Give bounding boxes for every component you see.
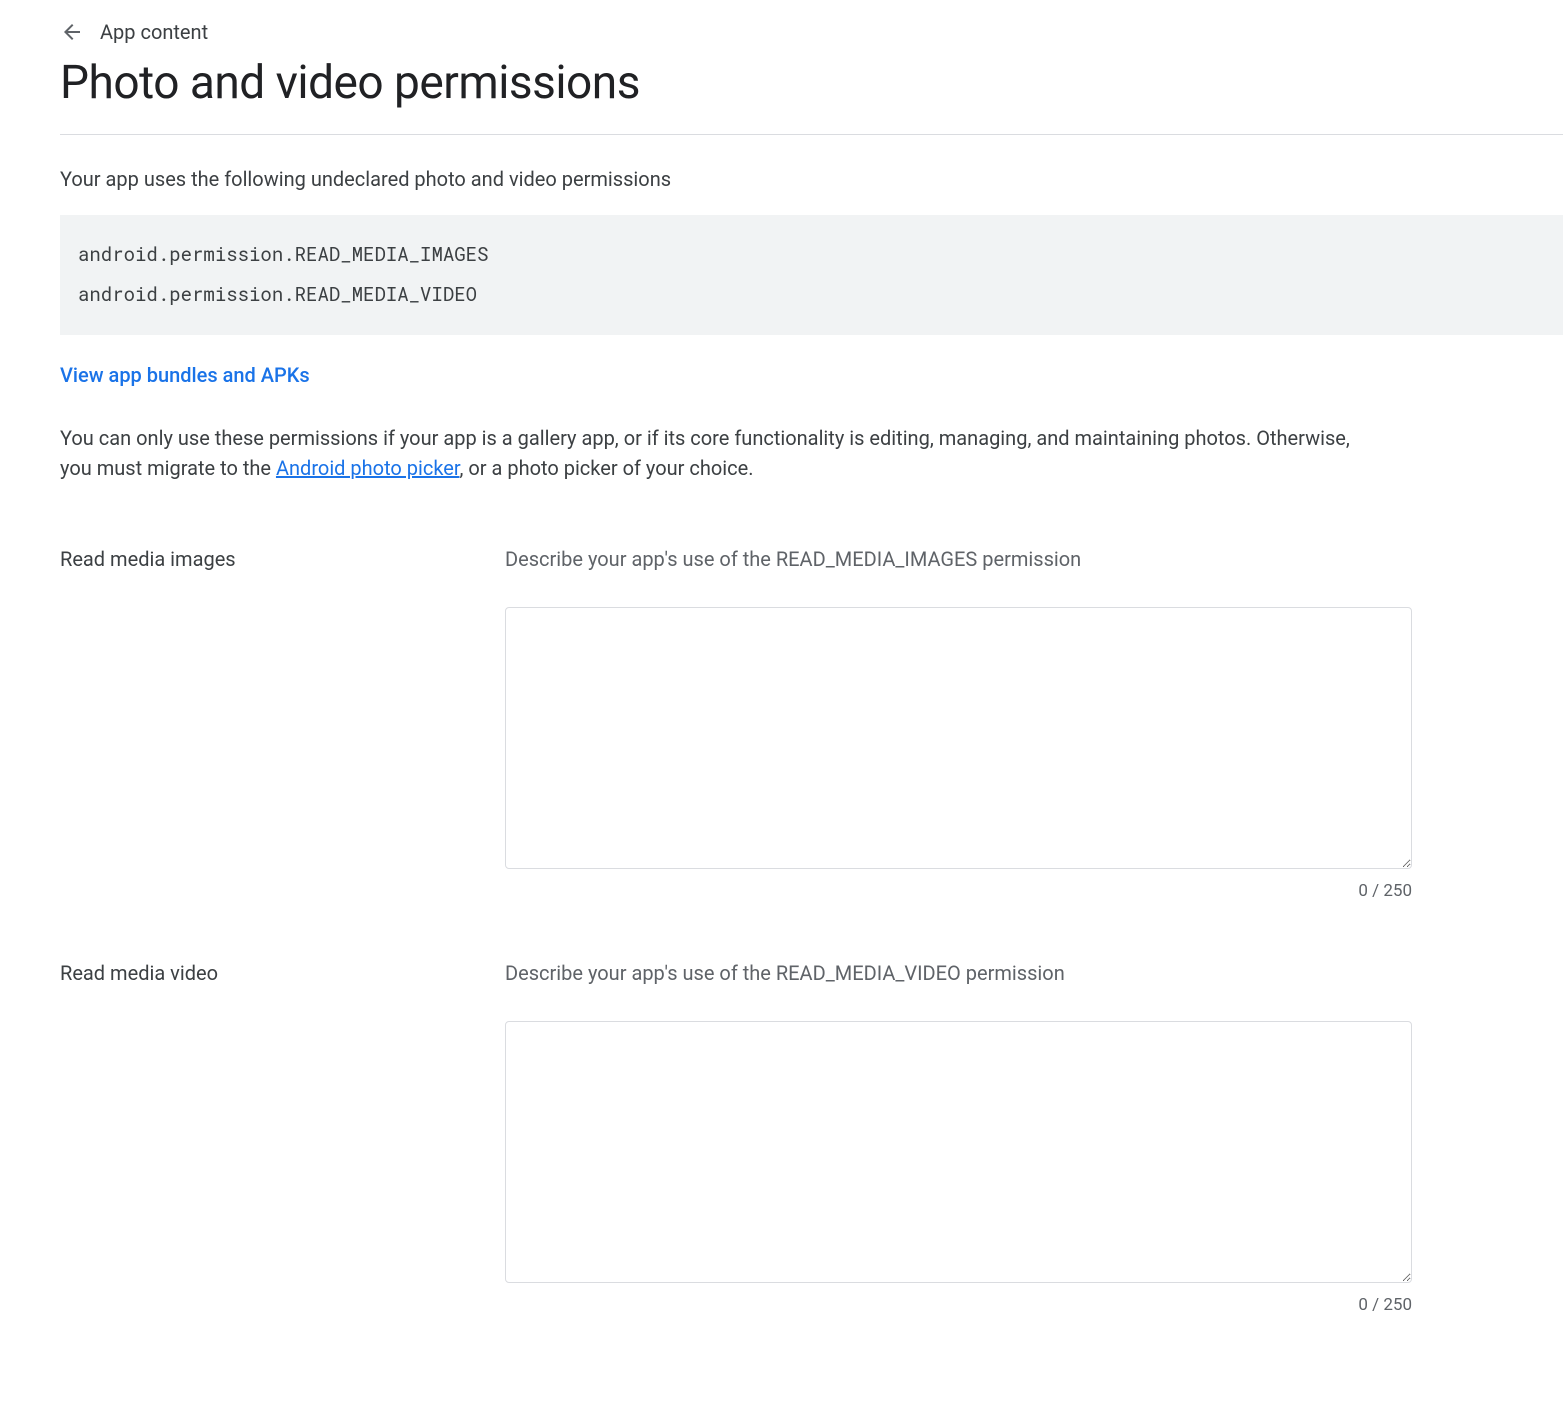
read-media-images-counter: 0 / 250 — [505, 881, 1412, 901]
view-bundles-link[interactable]: View app bundles and APKs — [60, 363, 310, 387]
android-photo-picker-link[interactable]: Android photo picker — [276, 456, 460, 480]
read-media-images-description: Describe your app's use of the READ_MEDI… — [505, 547, 1412, 571]
intro-text: Your app uses the following undeclared p… — [60, 167, 1563, 191]
read-media-images-textarea[interactable] — [505, 607, 1412, 869]
description-suffix: , or a photo picker of your choice. — [459, 456, 753, 480]
read-media-images-label: Read media images — [60, 547, 505, 571]
back-arrow-icon[interactable] — [60, 20, 84, 44]
breadcrumb: App content — [60, 20, 1563, 44]
read-media-video-label: Read media video — [60, 961, 505, 985]
description-text: You can only use these permissions if yo… — [60, 423, 1360, 483]
read-media-video-section: Read media video Describe your app's use… — [60, 961, 1563, 1315]
divider — [60, 134, 1563, 135]
read-media-video-counter: 0 / 250 — [505, 1295, 1412, 1315]
page-title: Photo and video permissions — [60, 56, 1563, 110]
read-media-video-description: Describe your app's use of the READ_MEDI… — [505, 961, 1412, 985]
permissions-code-block: android.permission.READ_MEDIA_IMAGES and… — [60, 215, 1563, 335]
read-media-video-textarea[interactable] — [505, 1021, 1412, 1283]
read-media-images-section: Read media images Describe your app's us… — [60, 547, 1563, 901]
breadcrumb-label[interactable]: App content — [100, 20, 208, 44]
